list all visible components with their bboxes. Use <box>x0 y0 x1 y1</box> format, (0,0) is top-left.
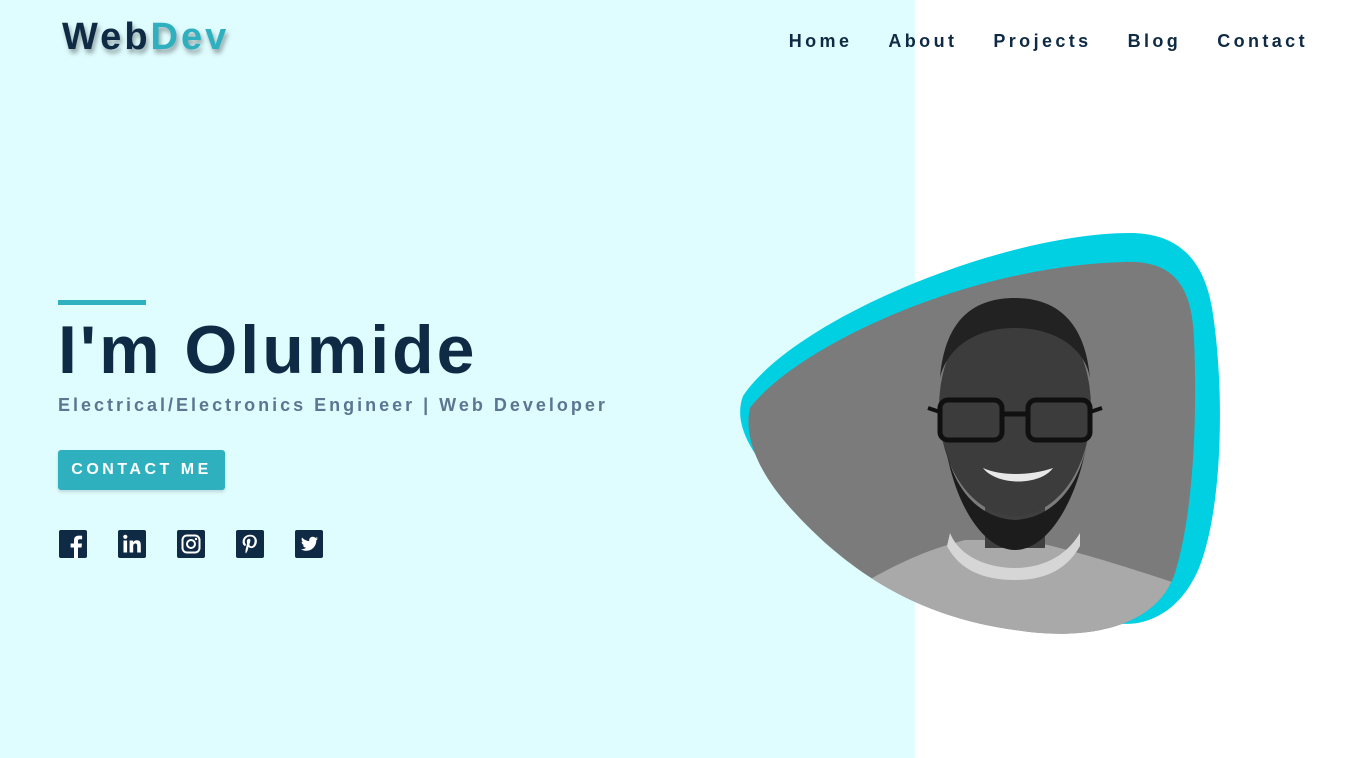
linkedin-icon[interactable] <box>118 530 146 558</box>
main-nav: Home About Projects Blog Contact <box>789 31 1308 52</box>
logo-text-web: Web <box>62 16 151 58</box>
hero-accent-bar <box>58 300 146 305</box>
instagram-icon[interactable] <box>177 530 205 558</box>
nav-home-link[interactable]: Home <box>789 31 853 52</box>
profile-photo-blob <box>740 233 1220 634</box>
nav-about-link[interactable]: About <box>888 31 957 52</box>
social-links <box>59 530 323 558</box>
hero-subtitle: Electrical/Electronics Engineer | Web De… <box>58 395 608 415</box>
twitter-icon[interactable] <box>295 530 323 558</box>
nav-projects-link[interactable]: Projects <box>993 31 1091 52</box>
hero-title: I'm Olumide <box>58 312 478 388</box>
nav-blog-link[interactable]: Blog <box>1128 31 1182 52</box>
contact-me-button[interactable]: CONTACT ME <box>58 450 225 490</box>
pinterest-icon[interactable] <box>236 530 264 558</box>
site-logo[interactable]: WebDev <box>62 16 229 59</box>
logo-text-dev: Dev <box>150 16 230 58</box>
profile-photo <box>748 261 1196 634</box>
nav-contact-link[interactable]: Contact <box>1217 31 1308 52</box>
facebook-icon[interactable] <box>59 530 87 558</box>
